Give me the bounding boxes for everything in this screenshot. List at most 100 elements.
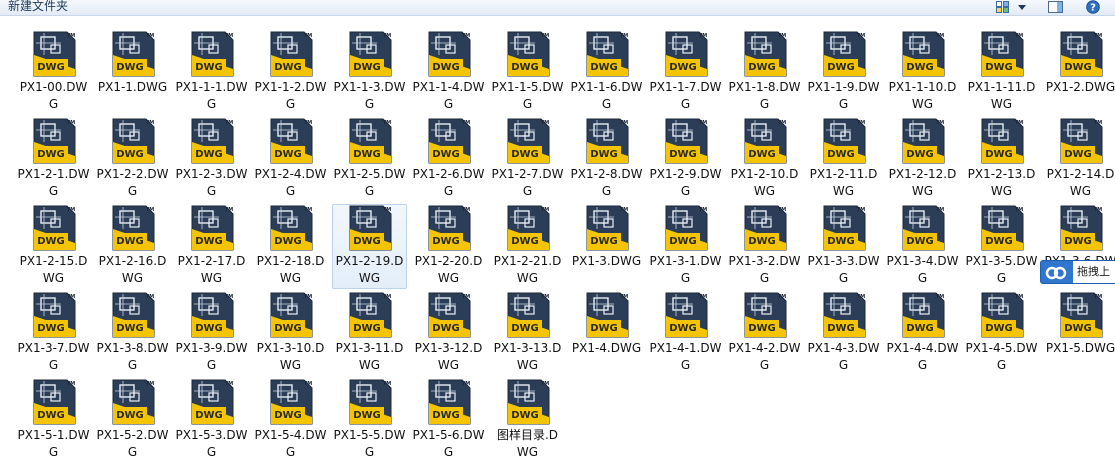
file-item[interactable]: DWG TM PX1-1-6.DWG <box>569 30 644 115</box>
file-item[interactable]: DWG TM PX1-2-16.DWG <box>95 204 170 289</box>
svg-text:TM: TM <box>856 207 864 213</box>
help-icon[interactable]: ? <box>1084 0 1102 14</box>
svg-text:DWG: DWG <box>827 62 855 73</box>
file-item[interactable]: DWG TM 图样目录.DWG <box>490 378 565 462</box>
dwg-file-icon: DWG TM <box>902 31 944 77</box>
file-name: PX1-2-12.DWG <box>888 167 957 198</box>
file-item[interactable]: DWG TM PX1-1-2.DWG <box>253 30 328 115</box>
file-item[interactable]: DWG TM PX1-5.DWG <box>1043 291 1115 376</box>
file-item[interactable]: DWG TM PX1-3-7.DWG <box>16 291 91 376</box>
file-name: PX1-00.DWG <box>19 80 88 111</box>
file-item[interactable]: DWG TM PX1-1-4.DWG <box>411 30 486 115</box>
file-item[interactable]: DWG TM PX1-4-5.DWG <box>964 291 1039 376</box>
command-bar: 新建文件夹 ? <box>0 0 1115 16</box>
file-item[interactable]: DWG TM PX1-2-3.DWG <box>174 117 249 202</box>
svg-text:DWG: DWG <box>985 236 1013 247</box>
dwg-file-icon: DWG TM <box>981 118 1023 164</box>
file-item[interactable]: DWG TM PX1-1-1.DWG <box>174 30 249 115</box>
svg-text:DWG: DWG <box>37 323 65 334</box>
file-item[interactable]: DWG TM PX1-2-6.DWG <box>411 117 486 202</box>
file-item[interactable]: DWG TM PX1-1-9.DWG <box>806 30 881 115</box>
file-item[interactable]: DWG TM PX1-2-2.DWG <box>95 117 170 202</box>
file-name: PX1-5-6.DWG <box>412 428 485 459</box>
file-item[interactable]: DWG TM PX1-2-11.DWG <box>806 117 881 202</box>
file-item[interactable]: DWG TM PX1-2-17.DWG <box>174 204 249 289</box>
file-item[interactable]: DWG TM PX1-2-4.DWG <box>253 117 328 202</box>
file-item[interactable]: DWG TM PX1-5-3.DWG <box>174 378 249 462</box>
file-item[interactable]: DWG TM PX1-3-9.DWG <box>174 291 249 376</box>
dwg-file-icon: DWG TM <box>428 118 470 164</box>
file-name: PX1-2-1.DWG <box>17 167 90 198</box>
view-options-icon[interactable] <box>994 0 1010 14</box>
svg-text:DWG: DWG <box>827 149 855 160</box>
file-item[interactable]: DWG TM PX1-3-5.DWG <box>964 204 1039 289</box>
file-item[interactable]: DWG TM PX1-3-4.DWG <box>885 204 960 289</box>
dwg-file-icon: DWG TM <box>191 292 233 338</box>
svg-text:DWG: DWG <box>274 62 302 73</box>
file-item[interactable]: DWG TM PX1-2-15.DWG <box>16 204 91 289</box>
file-item[interactable]: DWG TM PX1-4.DWG <box>569 291 644 376</box>
file-item[interactable]: DWG TM PX1-3-12.DWG <box>411 291 486 376</box>
file-item[interactable]: DWG TM PX1-2-13.DWG <box>964 117 1039 202</box>
file-name: 图样目录.DWG <box>496 428 559 459</box>
file-item[interactable]: DWG TM PX1-1-10.DWG <box>885 30 960 115</box>
file-item[interactable]: DWG TM PX1-3-2.DWG <box>727 204 802 289</box>
file-item[interactable]: DWG TM PX1-4-3.DWG <box>806 291 881 376</box>
dwg-file-icon: DWG TM <box>981 205 1023 251</box>
svg-text:DWG: DWG <box>906 236 934 247</box>
file-item[interactable]: DWG TM PX1-5-2.DWG <box>95 378 170 462</box>
chevron-down-icon[interactable] <box>1016 0 1028 14</box>
file-item[interactable]: DWG TM PX1-3.DWG <box>569 204 644 289</box>
upload-popup[interactable]: 拖拽上 <box>1040 260 1115 284</box>
file-name: PX1-1-5.DWG <box>491 80 564 111</box>
file-name: PX1-5-3.DWG <box>175 428 248 459</box>
file-item[interactable]: DWG TM PX1-5-6.DWG <box>411 378 486 462</box>
dwg-file-icon: DWG TM <box>744 31 786 77</box>
file-item[interactable]: DWG TM PX1-1-8.DWG <box>727 30 802 115</box>
file-name: PX1-2-16.DWG <box>98 254 167 285</box>
file-item[interactable]: DWG TM PX1-1.DWG <box>95 30 170 115</box>
file-item[interactable]: DWG TM PX1-2-18.DWG <box>253 204 328 289</box>
svg-text:TM: TM <box>856 120 864 126</box>
file-item[interactable]: DWG TM PX1-2-14.DWG <box>1043 117 1115 202</box>
file-item[interactable]: DWG TM PX1-2-7.DWG <box>490 117 565 202</box>
svg-text:DWG: DWG <box>353 323 381 334</box>
file-item[interactable]: DWG TM PX1-5-5.DWG <box>332 378 407 462</box>
file-item[interactable]: DWG TM PX1-2-1.DWG <box>16 117 91 202</box>
svg-text:DWG: DWG <box>590 323 618 334</box>
file-name: PX1-2.DWG <box>1045 80 1115 94</box>
file-item[interactable]: DWG TM PX1-2-8.DWG <box>569 117 644 202</box>
file-item[interactable]: DWG TM PX1-2-9.DWG <box>648 117 723 202</box>
svg-text:DWG: DWG <box>669 62 697 73</box>
file-item[interactable]: DWG TM PX1-2.DWG <box>1043 30 1115 115</box>
file-item[interactable]: DWG TM PX1-1-7.DWG <box>648 30 723 115</box>
svg-text:TM: TM <box>382 381 390 387</box>
svg-text:DWG: DWG <box>906 323 934 334</box>
file-item[interactable]: DWG TM PX1-5-4.DWG <box>253 378 328 462</box>
file-item[interactable]: DWG TM PX1-4-2.DWG <box>727 291 802 376</box>
file-item[interactable]: DWG TM PX1-2-12.DWG <box>885 117 960 202</box>
file-item[interactable]: DWG TM PX1-3-11.DWG <box>332 291 407 376</box>
file-item[interactable]: DWG TM PX1-3-13.DWG <box>490 291 565 376</box>
file-item[interactable]: DWG TM PX1-2-21.DWG <box>490 204 565 289</box>
file-item[interactable]: DWG TM PX1-4-4.DWG <box>885 291 960 376</box>
svg-text:TM: TM <box>1014 33 1022 39</box>
file-item[interactable]: DWG TM PX1-1-5.DWG <box>490 30 565 115</box>
svg-text:DWG: DWG <box>353 62 381 73</box>
new-folder-button[interactable]: 新建文件夹 <box>8 0 68 14</box>
file-item[interactable]: DWG TM PX1-3-1.DWG <box>648 204 723 289</box>
file-item[interactable]: DWG TM PX1-3-10.DWG <box>253 291 328 376</box>
file-item[interactable]: DWG TM PX1-2-20.DWG <box>411 204 486 289</box>
file-item[interactable]: DWG TM PX1-5-1.DWG <box>16 378 91 462</box>
file-item[interactable]: DWG TM PX1-3-3.DWG <box>806 204 881 289</box>
file-item[interactable]: DWG TM PX1-2-5.DWG <box>332 117 407 202</box>
preview-pane-icon[interactable] <box>1046 0 1064 14</box>
svg-text:DWG: DWG <box>116 149 144 160</box>
file-item[interactable]: DWG TM PX1-2-19.DWG <box>332 204 407 289</box>
file-item[interactable]: DWG TM PX1-00.DWG <box>16 30 91 115</box>
file-item[interactable]: DWG TM PX1-3-8.DWG <box>95 291 170 376</box>
file-item[interactable]: DWG TM PX1-1-3.DWG <box>332 30 407 115</box>
file-item[interactable]: DWG TM PX1-1-11.DWG <box>964 30 1039 115</box>
file-item[interactable]: DWG TM PX1-4-1.DWG <box>648 291 723 376</box>
file-item[interactable]: DWG TM PX1-2-10.DWG <box>727 117 802 202</box>
